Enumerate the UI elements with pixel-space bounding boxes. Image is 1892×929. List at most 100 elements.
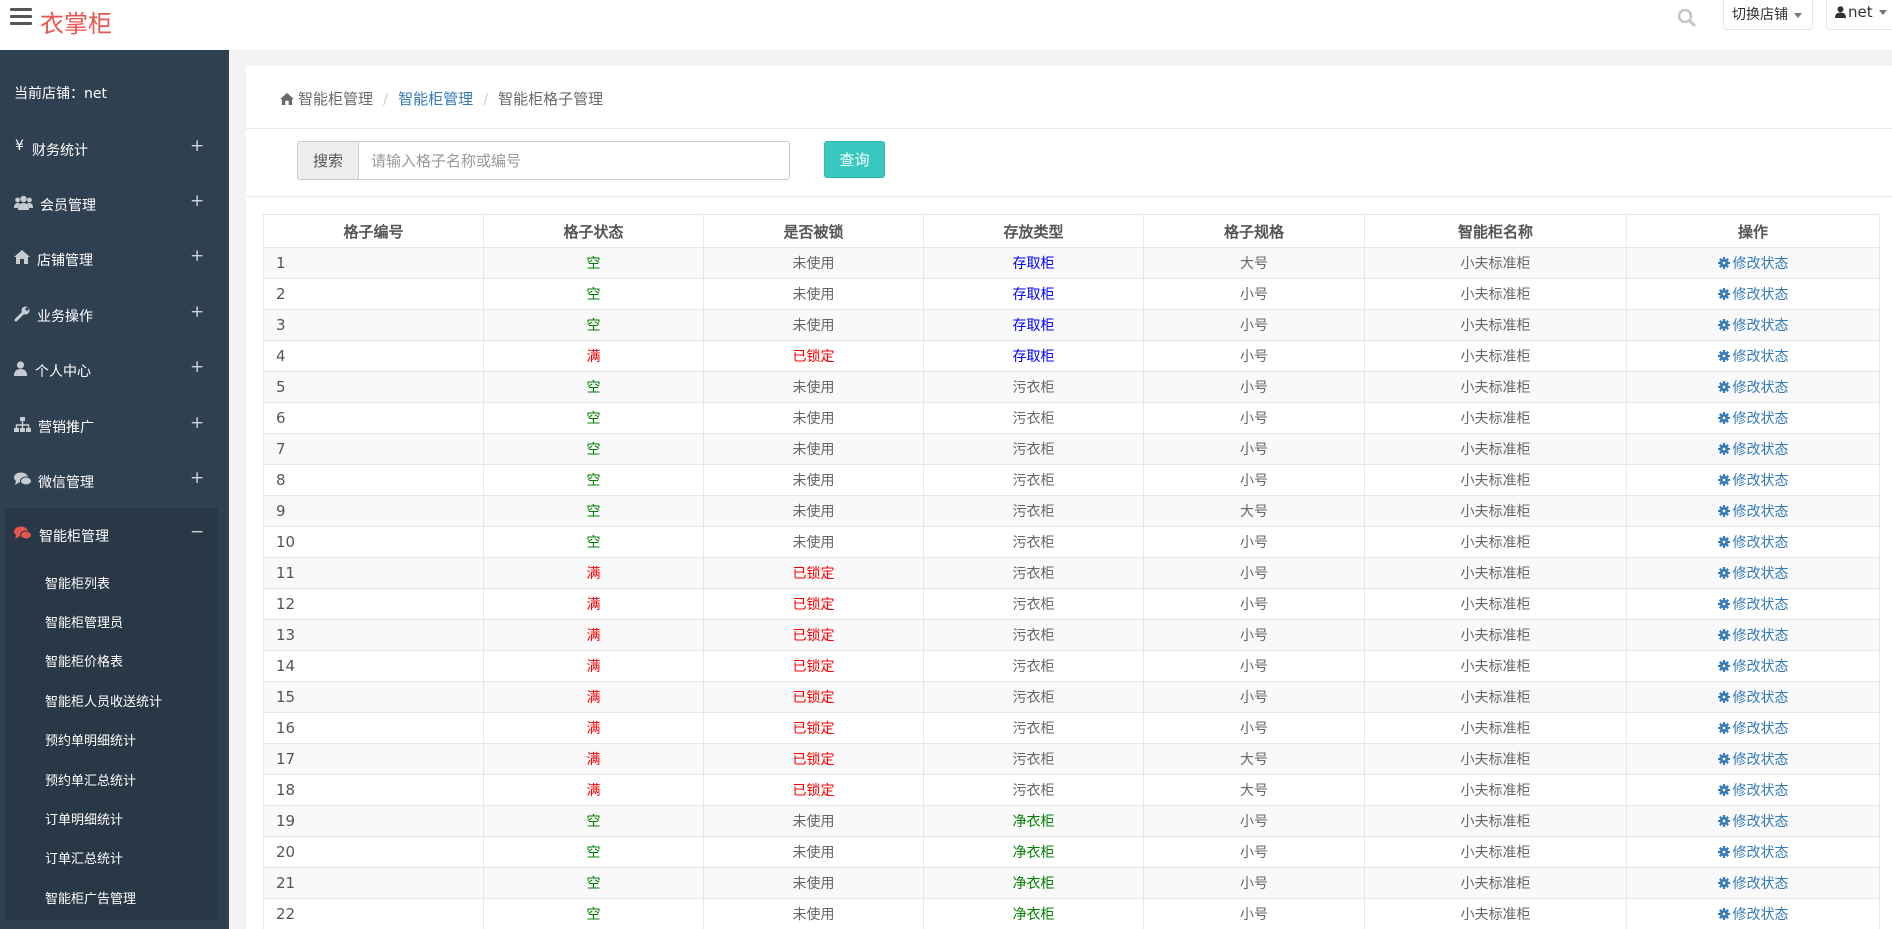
sidebar-item-profile[interactable]: 个人中心 + — [0, 343, 229, 398]
home-icon — [14, 250, 32, 266]
modify-status-link[interactable]: 修改状态 — [1717, 256, 1789, 272]
modify-status-label: 修改状态 — [1732, 752, 1789, 768]
search-input[interactable] — [359, 142, 789, 179]
column-header-cell-status[interactable]: 格子状态 — [483, 214, 704, 248]
modify-status-link[interactable]: 修改状态 — [1717, 659, 1789, 675]
cell-size: 大号 — [1143, 495, 1365, 527]
cell-locker-name: 小夫标准柜 — [1364, 681, 1627, 713]
gear-icon — [1717, 660, 1730, 672]
users-icon — [14, 195, 33, 211]
breadcrumb-link[interactable]: 智能柜管理 — [398, 90, 473, 108]
cell-status: 满 — [483, 712, 704, 744]
modify-status-link[interactable]: 修改状态 — [1717, 380, 1789, 396]
modify-status-link[interactable]: 修改状态 — [1717, 411, 1789, 427]
sidebar-item-finance[interactable]: ¥ 财务统计 + — [0, 122, 229, 177]
sidebar-item-label: 营销推广 — [38, 420, 94, 436]
sidebar-item-marketing[interactable]: 营销推广 + — [0, 399, 229, 454]
sidebar-item-smart-locker[interactable]: 智能柜管理 − 智能柜列表 智能柜管理员 智能柜价格表 智能柜人员收送统计 预约… — [5, 508, 218, 920]
sidebar-item-store[interactable]: 店铺管理 + — [0, 232, 229, 287]
cell-locker-name: 小夫标准柜 — [1364, 247, 1627, 279]
cell-storage-type: 净衣柜 — [923, 898, 1144, 929]
gear-icon — [1717, 443, 1730, 455]
modify-status-link[interactable]: 修改状态 — [1717, 566, 1789, 582]
cell-actions: 修改状态 — [1626, 526, 1880, 558]
cell-id: 17 — [263, 743, 484, 775]
cell-storage-type: 污衣柜 — [923, 402, 1144, 434]
modify-status-link[interactable]: 修改状态 — [1717, 721, 1789, 737]
column-header-cell-id[interactable]: 格子编号 — [263, 214, 484, 248]
switch-store-dropdown[interactable]: 切换店铺 — [1723, 0, 1813, 30]
cell-size: 小号 — [1143, 526, 1365, 558]
cell-status: 空 — [483, 805, 704, 837]
table-row: 22 空未使用 净衣柜 小号 小夫标准柜 修改状态 — [263, 898, 1880, 929]
modify-status-link[interactable]: 修改状态 — [1717, 535, 1789, 551]
search-addon-label: 搜索 — [298, 142, 359, 179]
sub-item-locker-admins[interactable]: 智能柜管理员 — [45, 612, 123, 631]
gear-icon — [1717, 784, 1730, 796]
top-navbar: 衣掌柜 切换店铺 net — [0, 0, 1892, 50]
table-row: 5 空未使用 污衣柜 小号 小夫标准柜 修改状态 — [263, 371, 1880, 403]
modify-status-link[interactable]: 修改状态 — [1717, 690, 1789, 706]
cell-locked: 已锁定 — [703, 681, 924, 713]
modify-status-label: 修改状态 — [1732, 473, 1789, 489]
sidebar-item-members[interactable]: 会员管理 + — [0, 177, 229, 232]
cell-locked: 未使用 — [703, 805, 924, 837]
table-row: 10 空未使用 污衣柜 小号 小夫标准柜 修改状态 — [263, 526, 1880, 558]
current-store-label: 当前店铺：net — [14, 86, 107, 102]
query-button[interactable]: 查询 — [824, 141, 885, 178]
modify-status-link[interactable]: 修改状态 — [1717, 597, 1789, 613]
sub-item-locker-ads[interactable]: 智能柜广告管理 — [45, 888, 136, 907]
menu-toggle-icon[interactable] — [10, 8, 32, 28]
cell-actions: 修改状态 — [1626, 309, 1880, 341]
modify-status-link[interactable]: 修改状态 — [1717, 752, 1789, 768]
cell-actions: 修改状态 — [1626, 433, 1880, 465]
modify-status-link[interactable]: 修改状态 — [1717, 845, 1789, 861]
cell-storage-type: 污衣柜 — [923, 557, 1144, 589]
cell-locker-name: 小夫标准柜 — [1364, 867, 1627, 899]
modify-status-link[interactable]: 修改状态 — [1717, 318, 1789, 334]
cell-status: 空 — [483, 371, 704, 403]
table-row: 21 空未使用 净衣柜 小号 小夫标准柜 修改状态 — [263, 867, 1880, 899]
search-icon[interactable] — [1676, 6, 1698, 28]
modify-status-link[interactable]: 修改状态 — [1717, 628, 1789, 644]
modify-status-link[interactable]: 修改状态 — [1717, 442, 1789, 458]
cell-locker-name: 小夫标准柜 — [1364, 650, 1627, 682]
modify-status-link[interactable]: 修改状态 — [1717, 783, 1789, 799]
wrench-icon — [14, 306, 32, 322]
cell-locked: 未使用 — [703, 433, 924, 465]
cell-actions: 修改状态 — [1626, 712, 1880, 744]
modify-status-link[interactable]: 修改状态 — [1717, 907, 1789, 923]
sub-item-staff-delivery-stats[interactable]: 智能柜人员收送统计 — [45, 691, 162, 710]
modify-status-link[interactable]: 修改状态 — [1717, 473, 1789, 489]
sub-item-booking-detail-stats[interactable]: 预约单明细统计 — [45, 730, 136, 749]
user-menu-dropdown[interactable]: net — [1826, 0, 1892, 30]
table-row: 3 空未使用 存取柜 小号 小夫标准柜 修改状态 — [263, 309, 1880, 341]
modify-status-label: 修改状态 — [1732, 659, 1789, 675]
sub-item-locker-list[interactable]: 智能柜列表 — [45, 573, 110, 592]
modify-status-link[interactable]: 修改状态 — [1717, 504, 1789, 520]
table-row: 17 满已锁定 污衣柜 大号 小夫标准柜 修改状态 — [263, 743, 1880, 775]
cell-status: 满 — [483, 557, 704, 589]
cell-storage-type: 污衣柜 — [923, 371, 1144, 403]
cell-status: 满 — [483, 774, 704, 806]
column-header-locked[interactable]: 是否被锁 — [703, 214, 924, 248]
sub-item-order-summary-stats[interactable]: 订单汇总统计 — [45, 848, 123, 867]
modify-status-link[interactable]: 修改状态 — [1717, 349, 1789, 365]
modify-status-link[interactable]: 修改状态 — [1717, 814, 1789, 830]
column-header-actions[interactable]: 操作 — [1626, 214, 1880, 248]
sidebar-item-operations[interactable]: 业务操作 + — [0, 288, 229, 343]
cell-storage-type: 污衣柜 — [923, 588, 1144, 620]
cell-size: 小号 — [1143, 712, 1365, 744]
sub-item-booking-summary-stats[interactable]: 预约单汇总统计 — [45, 770, 136, 789]
modify-status-link[interactable]: 修改状态 — [1717, 287, 1789, 303]
modify-status-link[interactable]: 修改状态 — [1717, 876, 1789, 892]
column-header-storage-type[interactable]: 存放类型 — [923, 214, 1144, 248]
cell-size: 大号 — [1143, 774, 1365, 806]
column-header-cell-size[interactable]: 格子规格 — [1143, 214, 1365, 248]
column-header-locker-name[interactable]: 智能柜名称 — [1364, 214, 1627, 248]
sidebar-item-wechat[interactable]: 微信管理 + — [0, 454, 229, 509]
cell-status: 空 — [483, 836, 704, 868]
sub-item-order-detail-stats[interactable]: 订单明细统计 — [45, 809, 123, 828]
sub-item-locker-prices[interactable]: 智能柜价格表 — [45, 651, 123, 670]
cell-id: 21 — [263, 867, 484, 899]
